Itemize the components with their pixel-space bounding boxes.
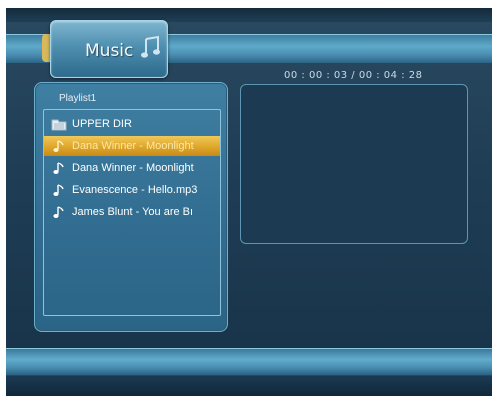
playlist-label: Playlist1 bbox=[59, 93, 97, 104]
music-note-icon bbox=[141, 35, 163, 61]
file-list[interactable]: UPPER DIR Dana Winner - Moonlight Dana W… bbox=[43, 109, 221, 316]
title-tab: Music bbox=[50, 20, 168, 78]
list-item-label: James Blunt - You are Bı bbox=[72, 206, 194, 218]
header-accent bbox=[42, 34, 50, 62]
list-item-track[interactable]: James Blunt - You are Bı bbox=[44, 202, 220, 222]
music-note-icon bbox=[48, 160, 70, 176]
folder-up-icon bbox=[48, 116, 70, 132]
list-item-label: Dana Winner - Moonlight bbox=[72, 162, 194, 174]
list-item-label: Evanescence - Hello.mp3 bbox=[72, 184, 198, 196]
list-item-track[interactable]: Dana Winner - Moonlight bbox=[44, 136, 220, 156]
preview-panel bbox=[240, 84, 468, 244]
music-note-icon bbox=[48, 204, 70, 220]
list-item-track[interactable]: Evanescence - Hello.mp3 bbox=[44, 180, 220, 200]
playlist-panel: Playlist1 UPPER DIR Dana Winner - Moonli… bbox=[34, 82, 228, 332]
list-item-upper-dir[interactable]: UPPER DIR bbox=[44, 114, 220, 134]
music-screen: Music Playlist1 UPPER DIR Dana Winner - … bbox=[6, 8, 492, 396]
footer-bar bbox=[6, 348, 492, 376]
music-note-icon bbox=[48, 182, 70, 198]
music-note-icon bbox=[48, 138, 70, 154]
playback-time: 00 : 00 : 03 / 00 : 04 : 28 bbox=[284, 70, 423, 81]
list-item-label: Dana Winner - Moonlight bbox=[72, 140, 194, 152]
list-item-label: UPPER DIR bbox=[72, 118, 132, 130]
page-title: Music bbox=[85, 41, 134, 61]
list-item-track[interactable]: Dana Winner - Moonlight bbox=[44, 158, 220, 178]
bottom-strip bbox=[6, 376, 492, 396]
